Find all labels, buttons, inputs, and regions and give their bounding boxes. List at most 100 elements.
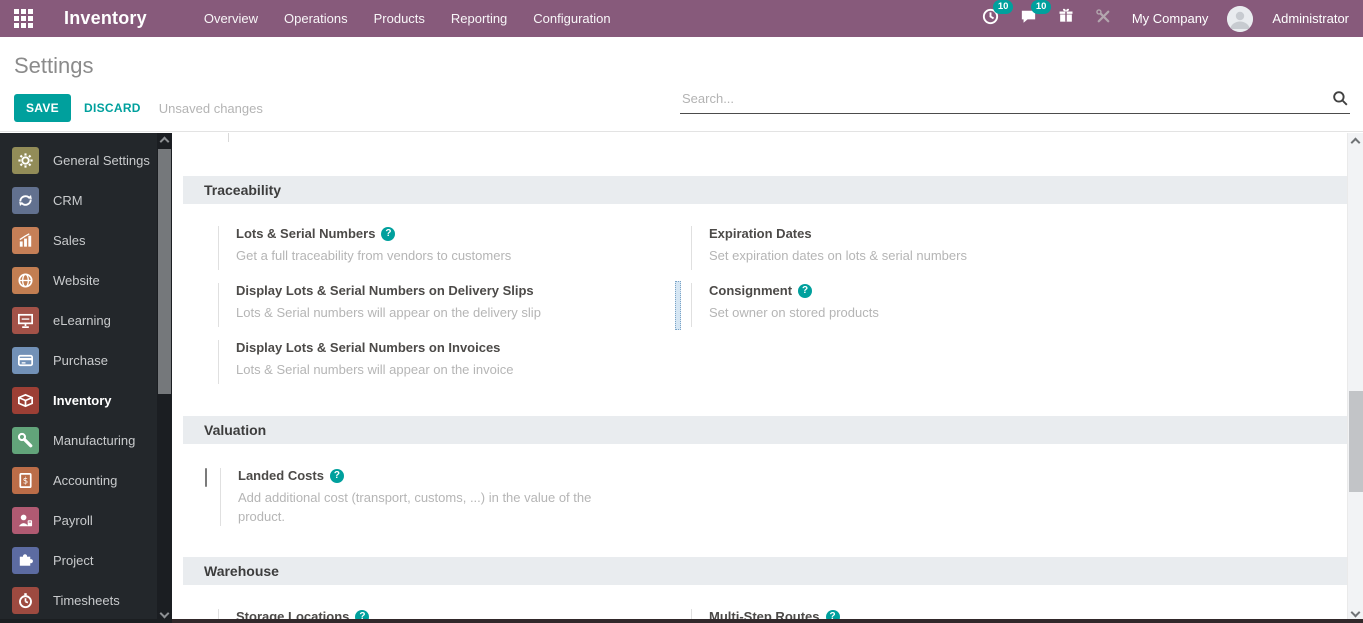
setting-label[interactable]: Consignment?: [709, 283, 879, 298]
menu-operations[interactable]: Operations: [284, 11, 348, 26]
stopwatch-icon: [12, 587, 39, 614]
sidebar-item-label: Inventory: [53, 393, 112, 408]
sidebar-item-label: eLearning: [53, 313, 111, 328]
setting-display-lots-delivery-slips: Display Lots & Serial Numbers on Deliver…: [183, 283, 656, 327]
topbar: Inventory Overview Operations Products R…: [0, 0, 1363, 37]
menu-overview[interactable]: Overview: [204, 11, 258, 26]
menu-products[interactable]: Products: [374, 11, 425, 26]
setting-description: Lots & Serial numbers will appear on the…: [236, 360, 513, 379]
section-title: Valuation: [204, 422, 266, 438]
sidebar-item-purchase[interactable]: Purchase: [0, 340, 172, 380]
gear-icon: [12, 147, 39, 174]
main-scrollbar[interactable]: [1347, 133, 1363, 623]
sidebar-item-manufacturing[interactable]: Manufacturing: [0, 420, 172, 460]
section-header-traceability: Traceability: [183, 176, 1347, 204]
user-menu[interactable]: Administrator: [1272, 11, 1349, 26]
search-icon[interactable]: [1332, 90, 1349, 112]
traceability-settings-grid: Lots & Serial Numbers? Get a full tracea…: [183, 226, 1347, 384]
setting-description: Get a full traceability from vendors to …: [236, 246, 511, 265]
divider: [218, 283, 219, 327]
developer-tools-button[interactable]: [1094, 7, 1113, 31]
search-box: [680, 87, 1350, 114]
sidebar-item-sales[interactable]: Sales: [0, 220, 172, 260]
checkbox-landed-costs[interactable]: [205, 469, 207, 526]
sidebar-item-label: Project: [53, 553, 93, 568]
apps-grid-icon[interactable]: [14, 9, 33, 28]
sidebar-item-label: Purchase: [53, 353, 108, 368]
page-title: Settings: [14, 53, 94, 79]
control-panel: Settings SAVE DISCARD Unsaved changes: [0, 37, 1363, 132]
sidebar-item-timesheets[interactable]: Timesheets: [0, 580, 172, 620]
crm-icon: [12, 187, 39, 214]
sidebar-scrollbar-thumb[interactable]: [158, 149, 171, 394]
setting-label[interactable]: Display Lots & Serial Numbers on Deliver…: [236, 283, 541, 298]
discard-button[interactable]: DISCARD: [84, 101, 141, 115]
sidebar-item-label: Payroll: [53, 513, 93, 528]
menu-reporting[interactable]: Reporting: [451, 11, 507, 26]
sidebar-item-label: Timesheets: [53, 593, 120, 608]
setting-expiration-dates: Expiration Dates Set expiration dates on…: [656, 226, 1347, 270]
setting-label[interactable]: Lots & Serial Numbers?: [236, 226, 511, 241]
help-icon[interactable]: ?: [381, 227, 395, 241]
tools-icon: [1094, 7, 1113, 31]
sidebar-item-label: General Settings: [53, 153, 150, 168]
divider: [220, 468, 221, 526]
topbar-right: 10 10 My Company Admi: [981, 6, 1349, 32]
section-title: Traceability: [204, 182, 281, 198]
avatar[interactable]: [1227, 6, 1253, 32]
sales-chart-icon: [12, 227, 39, 254]
activities-button[interactable]: 10: [981, 7, 1000, 31]
section-header-valuation: Valuation: [183, 416, 1347, 444]
wrench-icon: [12, 427, 39, 454]
setting-label[interactable]: Landed Costs?: [238, 468, 603, 483]
setting-landed-costs: Landed Costs? Add additional cost (trans…: [183, 468, 656, 526]
setting-description: Set expiration dates on lots & serial nu…: [709, 246, 967, 265]
sidebar-items: General Settings CRM Sales Website eLear…: [0, 133, 172, 620]
odoo-settings-screen: Inventory Overview Operations Products R…: [0, 0, 1363, 623]
inventory-box-icon: [12, 387, 39, 414]
message-badge: 10: [1031, 0, 1052, 14]
sidebar-item-crm[interactable]: CRM: [0, 180, 172, 220]
save-button[interactable]: SAVE: [14, 94, 71, 122]
section-title: Warehouse: [204, 563, 279, 579]
setting-label[interactable]: Display Lots & Serial Numbers on Invoice…: [236, 340, 513, 355]
setting-consignment: Consignment? Set owner on stored product…: [656, 283, 1347, 327]
scroll-up-icon[interactable]: [1351, 138, 1361, 148]
sidebar-item-website[interactable]: Website: [0, 260, 172, 300]
presentation-icon: [12, 307, 39, 334]
valuation-settings-grid: Landed Costs? Add additional cost (trans…: [183, 468, 1347, 526]
settings-main-panel: Traceability Lots & Serial Numbers? Get …: [172, 133, 1363, 623]
activity-badge: 10: [993, 0, 1014, 14]
sidebar-item-general-settings[interactable]: General Settings: [0, 140, 172, 180]
menu-configuration[interactable]: Configuration: [533, 11, 610, 26]
help-icon[interactable]: ?: [330, 469, 344, 483]
invoice-document-icon: $: [12, 467, 39, 494]
setting-description: Lots & Serial numbers will appear on the…: [236, 303, 541, 322]
scroll-down-icon[interactable]: [1351, 608, 1361, 618]
top-menu: Overview Operations Products Reporting C…: [204, 11, 611, 26]
sidebar-scrollbar[interactable]: [157, 133, 172, 623]
messages-button[interactable]: 10: [1019, 7, 1038, 31]
divider: [218, 226, 219, 270]
cutoff-row-separator: [228, 133, 229, 142]
company-switcher[interactable]: My Company: [1132, 11, 1209, 26]
setting-label[interactable]: Expiration Dates: [709, 226, 967, 241]
sidebar-item-elearning[interactable]: eLearning: [0, 300, 172, 340]
help-icon[interactable]: ?: [798, 284, 812, 298]
sidebar-item-accounting[interactable]: $ Accounting: [0, 460, 172, 500]
search-input[interactable]: [680, 87, 1350, 114]
rewards-button[interactable]: [1057, 7, 1075, 30]
sidebar-item-payroll[interactable]: Payroll: [0, 500, 172, 540]
sidebar-item-label: Manufacturing: [53, 433, 135, 448]
sidebar-item-label: CRM: [53, 193, 83, 208]
setting-description: Set owner on stored products: [709, 303, 879, 322]
scroll-up-icon[interactable]: [160, 137, 170, 147]
payroll-people-icon: [12, 507, 39, 534]
scroll-down-icon[interactable]: [160, 609, 170, 619]
sidebar-item-inventory[interactable]: Inventory: [0, 380, 172, 420]
main-scrollbar-thumb[interactable]: [1349, 391, 1363, 492]
sidebar-item-project[interactable]: Project: [0, 540, 172, 580]
globe-icon: [12, 267, 39, 294]
divider: [691, 226, 692, 270]
app-title[interactable]: Inventory: [64, 8, 147, 29]
